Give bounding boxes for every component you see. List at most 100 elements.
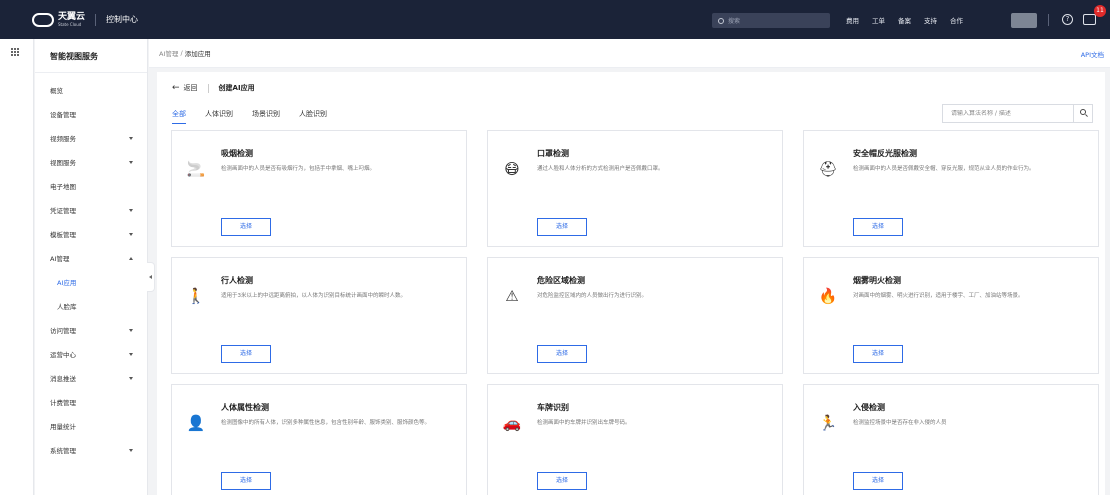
sidebar-item[interactable]: 人脸库: [35, 295, 147, 319]
algorithm-card: 👤 人体属性检测 检测图像中的所有人体，识别多种属性信息，包含性别年龄、服饰类别、服…: [171, 384, 467, 495]
sidebar-item[interactable]: 运营中心: [35, 343, 147, 367]
sidebar-item-label: 视图服务: [50, 159, 76, 167]
apps-grid-icon[interactable]: [11, 48, 19, 56]
breadcrumb-current: 添加应用: [184, 50, 211, 58]
search-button[interactable]: [1073, 105, 1092, 122]
message-icon[interactable]: [1083, 14, 1096, 25]
sidebar-item-label: 人脸库: [57, 303, 77, 311]
avatar[interactable]: [1011, 13, 1037, 28]
algorithm-card: 🚶 行人检测 适用于3米以上的中远距离俯拍，以人体为识别目标统计画面中的瞬时人数。选…: [171, 257, 467, 374]
chevron-down-icon: [129, 329, 133, 332]
card-title: 安全帽反光服检测: [853, 149, 917, 158]
sidebar-item-label: AI管理: [50, 255, 70, 263]
sidebar-item-label: 运营中心: [50, 351, 76, 359]
top-nav-partner[interactable]: 合作: [950, 15, 963, 25]
sidebar-item-label: 消息推送: [50, 375, 76, 383]
sidebar-item[interactable]: AI应用: [35, 271, 147, 295]
main-panel: ← 返回 创建AI应用 全部 人体识别 场景识别 人脸识别 🚬 吸烟检测检测画面中…: [157, 72, 1105, 495]
sidebar-item-label: 计费管理: [50, 399, 76, 407]
breadcrumb: AI管理 / 添加应用 API文档: [149, 39, 1110, 68]
sidebar-item-label: 模板管理: [50, 231, 76, 239]
body-attribute-icon: 👤: [186, 414, 206, 432]
top-nav-support[interactable]: 支持: [924, 15, 937, 25]
pedestrian-icon: 🚶: [186, 287, 206, 305]
top-search-placeholder: 搜索: [728, 18, 741, 25]
select-button[interactable]: 选择: [221, 472, 271, 490]
card-description: 检测画面中的人员是否佩戴安全帽、穿反光服，规范从业人员的作业行为。: [853, 166, 1035, 172]
algorithm-card: 🚬 吸烟检测 检测画面中的人员是否有吸烟行为，包括手中拿烟、嘴上叼烟。 选择: [171, 130, 467, 247]
helmet-icon: ⛑: [818, 160, 838, 178]
back-arrow-icon[interactable]: ←: [172, 83, 180, 93]
tab-scene-recognition[interactable]: 场景识别: [252, 109, 280, 124]
top-nav: 费用 工单 备案 支持 合作: [846, 0, 976, 39]
chevron-down-icon: [129, 449, 133, 452]
select-button[interactable]: 选择: [221, 345, 271, 363]
tab-face-recognition[interactable]: 人脸识别: [299, 109, 327, 124]
sidebar-item[interactable]: 凭证管理: [35, 199, 147, 223]
sidebar: 智能视图服务 概览设备管理视频服务视图服务电子地图 凭证管理模板管理 AI管理 AI应…: [35, 39, 148, 495]
category-tabs: 全部 人体识别 场景识别 人脸识别: [172, 109, 346, 124]
sidebar-title: 智能视图服务: [35, 39, 147, 73]
notification-badge: 11: [1094, 5, 1106, 17]
card-description: 适用于3米以上的中远距离俯拍，以人体为识别目标统计画面中的瞬时人数。: [221, 293, 407, 299]
sidebar-item[interactable]: 视频服务: [35, 127, 147, 151]
brand-name: 天翼云: [58, 11, 86, 22]
sidebar-item[interactable]: 计费管理: [35, 391, 147, 415]
sidebar-item[interactable]: 模板管理: [35, 223, 147, 247]
tab-all[interactable]: 全部: [172, 109, 186, 124]
sidebar-item[interactable]: 用量统计: [35, 415, 147, 439]
card-description: 检测监控场景中是否存在非入侵的人员: [853, 420, 947, 426]
sidebar-item[interactable]: 系统管理: [35, 439, 147, 463]
sidebar-item-label: 视频服务: [50, 135, 76, 143]
select-button[interactable]: 选择: [221, 218, 271, 236]
top-nav-filing[interactable]: 备案: [898, 15, 911, 25]
chevron-down-icon: [129, 209, 133, 212]
algorithm-card: ⛑ 安全帽反光服检测检测画面中的人员是否佩戴安全帽、穿反光服，规范从业人员的作业行…: [803, 130, 1099, 247]
card-title: 危险区域检测: [537, 276, 585, 285]
top-nav-tickets[interactable]: 工单: [872, 15, 885, 25]
card-description: 对画面中的烟雾、明火进行识别，适用于楼宇、工厂、加油站等场景。: [853, 293, 1024, 299]
algorithm-card-grid: 🚬 吸烟检测 检测画面中的人员是否有吸烟行为，包括手中拿烟、嘴上叼烟。 选择 😷 口罩检测…: [171, 130, 1099, 495]
breadcrumb-parent[interactable]: AI管理: [159, 48, 178, 58]
card-title: 人体属性检测: [221, 403, 269, 412]
top-divider: [1048, 14, 1049, 26]
brand-sub: State Cloud: [58, 21, 82, 27]
top-search-input[interactable]: 搜索: [712, 13, 830, 28]
card-title: 入侵检测: [853, 403, 885, 412]
sidebar-item[interactable]: 设备管理: [35, 103, 147, 127]
sidebar-item[interactable]: 概览: [35, 79, 147, 103]
sidebar-item[interactable]: 电子地图: [35, 175, 147, 199]
card-description: 检测画面中的车牌并识别出车牌号码。: [537, 420, 631, 426]
sidebar-collapse-button[interactable]: [147, 262, 155, 292]
select-button[interactable]: 选择: [537, 218, 587, 236]
tab-body-recognition[interactable]: 人体识别: [205, 109, 233, 124]
sidebar-item-label: 设备管理: [50, 111, 76, 119]
console-link[interactable]: 控制中心: [106, 14, 138, 25]
chevron-down-icon: [129, 353, 133, 356]
algorithm-card: ⚠ 危险区域检测 对危险监控区域内的人员做出行为进行识别。 选择: [487, 257, 783, 374]
algorithm-card: 🏃 入侵检测 检测监控场景中是否存在非入侵的人员 选择: [803, 384, 1099, 495]
header-divider: [207, 83, 209, 93]
sidebar-item-label: 用量统计: [50, 423, 76, 431]
back-link[interactable]: 返回: [184, 83, 198, 93]
select-button[interactable]: 选择: [853, 345, 903, 363]
sidebar-list: 概览设备管理视频服务视图服务电子地图 凭证管理模板管理 AI管理 AI应用人脸库访问管…: [35, 73, 147, 463]
sidebar-item[interactable]: 访问管理: [35, 319, 147, 343]
select-button[interactable]: 选择: [853, 472, 903, 490]
mask-icon: 😷: [504, 160, 520, 178]
top-nav-fees[interactable]: 费用: [846, 15, 859, 25]
select-button[interactable]: 选择: [537, 345, 587, 363]
help-icon[interactable]: ?: [1062, 14, 1073, 25]
sidebar-item[interactable]: 消息推送: [35, 367, 147, 391]
select-button[interactable]: 选择: [853, 218, 903, 236]
sidebar-item[interactable]: 视图服务: [35, 151, 147, 175]
page-header: ← 返回 创建AI应用: [172, 83, 255, 93]
select-button[interactable]: 选择: [537, 472, 587, 490]
algorithm-card: 🔥 烟雾明火检测 对画面中的烟雾、明火进行识别，适用于楼宇、工厂、加油站等场景。 选择: [803, 257, 1099, 374]
sidebar-item[interactable]: AI管理: [35, 247, 147, 271]
brand-logo[interactable]: 天翼云 State Cloud: [32, 11, 86, 27]
card-title: 烟雾明火检测: [853, 276, 901, 285]
smoking-icon: 🚬: [186, 160, 206, 178]
api-doc-link[interactable]: API文档: [1081, 49, 1104, 59]
algorithm-search-input[interactable]: [943, 110, 1073, 117]
